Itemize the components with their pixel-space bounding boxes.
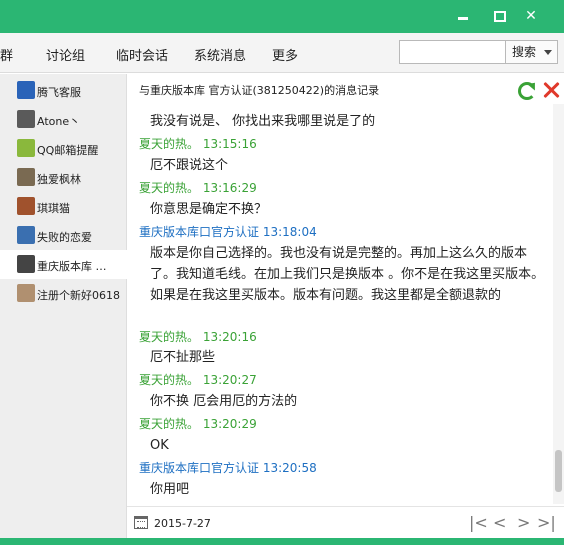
contact-item[interactable]: Atone丶 <box>0 105 127 134</box>
bottom-strip <box>0 538 564 545</box>
avatar <box>17 139 35 157</box>
contact-name: 注册个新好0618 <box>37 289 120 302</box>
search-button-label: 搜索 <box>512 45 537 59</box>
contact-item-selected[interactable]: 重庆版本库 … <box>0 250 127 279</box>
title-bar: ✕ <box>0 0 564 33</box>
message-text: 厄不扯那些 <box>150 350 216 365</box>
contact-name: QQ邮箱提醒 <box>37 144 99 157</box>
contact-item[interactable]: 独爱枫林 <box>0 163 127 192</box>
nav-tab-more[interactable]: 更多 <box>272 45 298 64</box>
message-text: 你用吧 <box>150 482 190 497</box>
contact-sidebar: 腾飞客服 Atone丶 QQ邮箱提醒 独爱枫林 琪琪猫 失败的恋爱 重庆版本库 … <box>0 74 127 545</box>
close-button[interactable]: ✕ <box>520 6 542 26</box>
contact-name: 失败的恋爱 <box>37 231 92 244</box>
avatar <box>17 226 35 244</box>
contact-item[interactable]: 失败的恋爱 <box>0 221 127 250</box>
search-input[interactable] <box>399 40 506 64</box>
avatar <box>17 284 35 302</box>
nav-tab-temp-chat[interactable]: 临时会话 <box>116 45 168 64</box>
history-date: 2015-7-27 <box>154 517 211 530</box>
maximize-button[interactable] <box>488 6 510 26</box>
message-text: 你意思是确定不换？ <box>150 202 268 217</box>
nav-tab-group[interactable]: 群 <box>0 45 13 64</box>
contact-item[interactable]: 腾飞客服 <box>0 76 127 105</box>
message-meta: 重庆版本库口官方认证 13:18:04 <box>139 225 317 239</box>
message-text: 你不换 厄会用厄的方法的 <box>150 394 298 409</box>
nav-tab-system-messages[interactable]: 系统消息 <box>194 45 246 64</box>
message-meta: 夏天的热。 13:15:16 <box>139 137 257 151</box>
nav-bar: 群 讨论组 临时会话 系统消息 更多 搜索 <box>0 33 564 73</box>
message-text: OK <box>150 438 169 453</box>
message-meta: 夏天的热。 13:20:29 <box>139 417 257 431</box>
message-meta: 夏天的热。 13:20:16 <box>139 330 257 344</box>
contact-item[interactable]: 注册个新好0618 <box>0 279 127 308</box>
first-page-button[interactable]: |< <box>469 513 488 532</box>
contact-item[interactable]: QQ邮箱提醒 <box>0 134 127 163</box>
contact-name: 腾飞客服 <box>37 86 81 99</box>
message-meta: 重庆版本库口官方认证 13:20:58 <box>139 461 317 475</box>
calendar-icon[interactable] <box>134 516 148 529</box>
message-text: 厄不跟说这个 <box>150 158 229 173</box>
last-page-button[interactable]: >| <box>537 513 556 532</box>
contact-name: 琪琪猫 <box>37 202 70 215</box>
avatar <box>17 255 35 273</box>
next-page-button[interactable]: > <box>517 513 530 532</box>
message-text: 版本是你自己选择的。我也没有说是完整的。再加上这么久的版本了。我知道毛线。在加上… <box>150 246 545 303</box>
contact-item[interactable]: 琪琪猫 <box>0 192 127 221</box>
avatar <box>17 197 35 215</box>
history-footer: 2015-7-27 |< < > >| <box>127 506 564 538</box>
avatar <box>17 81 35 99</box>
avatar <box>17 168 35 186</box>
delete-icon[interactable] <box>542 80 562 100</box>
scrollbar[interactable] <box>553 104 564 504</box>
contact-name: 重庆版本库 … <box>37 260 107 273</box>
chevron-down-icon[interactable] <box>544 50 552 55</box>
message-meta: 夏天的热。 13:20:27 <box>139 373 257 387</box>
contact-name: 独爱枫林 <box>37 173 81 186</box>
message-text: 我没有说是、 你找出来我哪里说是了的 <box>150 114 376 129</box>
refresh-icon[interactable] <box>518 82 536 100</box>
search-button[interactable]: 搜索 <box>506 40 558 64</box>
scrollbar-thumb[interactable] <box>555 450 562 492</box>
avatar <box>17 110 35 128</box>
chat-history-title: 与重庆版本库 官方认证(381250422)的消息记录 <box>139 84 380 97</box>
contact-name: Atone丶 <box>37 115 81 128</box>
minimize-button[interactable] <box>452 6 474 26</box>
prev-page-button[interactable]: < <box>493 513 506 532</box>
nav-tab-discussion[interactable]: 讨论组 <box>46 45 85 64</box>
message-meta: 夏天的热。 13:16:29 <box>139 181 257 195</box>
